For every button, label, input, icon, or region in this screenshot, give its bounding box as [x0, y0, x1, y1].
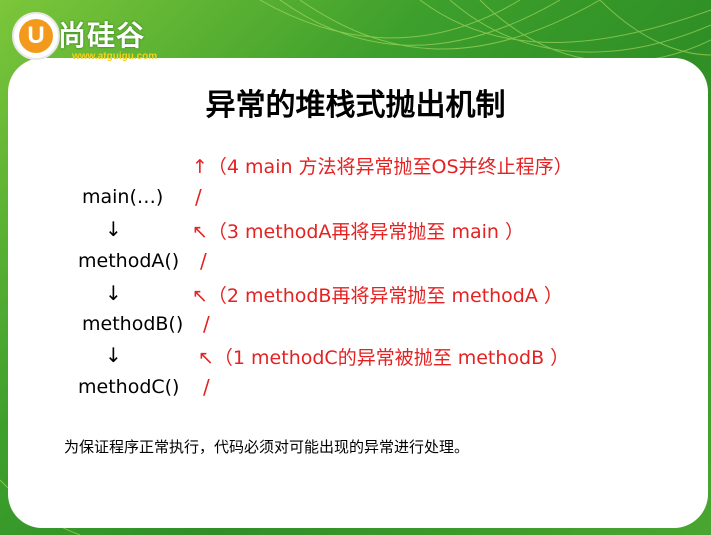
annotation-step1: ↖（1 methodC的异常被抛至 methodB ） — [198, 347, 570, 369]
stack-methodC: methodC() — [78, 376, 180, 398]
logo-badge: U — [12, 12, 60, 60]
logo-u-icon: U — [19, 19, 53, 53]
slash-mark: / — [203, 375, 210, 399]
stack-methodA: methodA() — [78, 250, 180, 272]
down-arrow-icon: ↓ — [105, 281, 122, 305]
annotation-step2: ↖（2 methodB再将异常抛至 methodA ） — [192, 285, 563, 307]
slash-mark: / — [200, 249, 207, 273]
slash-mark: / — [203, 312, 210, 336]
atguigu-logo: U 尚硅谷 www.atguigu.com — [12, 12, 187, 64]
slash-mark: / — [195, 185, 202, 209]
stack-methodB: methodB() — [82, 313, 184, 335]
stack-main: main(…) — [82, 186, 164, 208]
annotation-step4: ↑（4 main 方法将异常抛至OS并终止程序） — [192, 156, 573, 178]
logo-url: www.atguigu.com — [72, 51, 158, 62]
logo-name: 尚硅谷 — [58, 19, 146, 52]
annotation-step3: ↖（3 methodA再将异常抛至 main ） — [192, 221, 524, 243]
explanation-note: 为保证程序正常执行，代码必须对可能出现的异常进行处理。 — [64, 438, 470, 456]
down-arrow-icon: ↓ — [105, 343, 122, 367]
down-arrow-icon: ↓ — [105, 217, 122, 241]
slide-title: 异常的堆栈式抛出机制 — [205, 88, 506, 123]
